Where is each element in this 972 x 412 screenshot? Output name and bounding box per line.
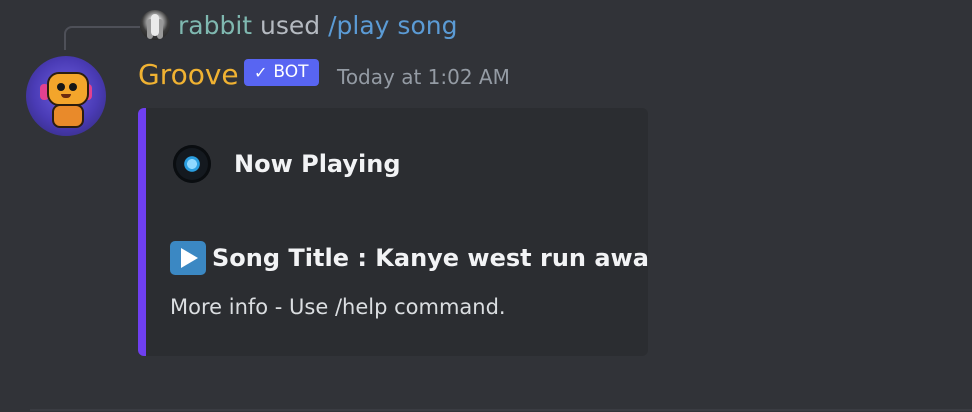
bot-badge: ✓ BOT — [244, 59, 319, 86]
embed-song-title: Song Title : Kanye west run away — [212, 244, 648, 272]
bot-avatar[interactable] — [26, 56, 106, 136]
robot-eye-left — [57, 83, 65, 91]
reply-used-label: used — [260, 11, 321, 40]
disc-icon — [173, 145, 211, 183]
message-embed: Now Playing Song Title : Kanye west run … — [138, 108, 648, 356]
reply-connector-line — [64, 26, 140, 50]
embed-info-text: More info - Use /help command. — [170, 295, 506, 319]
message-timestamp[interactable]: Today at 1:02 AM — [337, 64, 510, 90]
play-button-icon — [170, 241, 206, 275]
reply-context: rabbit used /play song — [178, 10, 457, 42]
reply-username[interactable]: rabbit — [178, 11, 252, 40]
verified-check-icon: ✓ — [254, 63, 268, 82]
discord-chat-area: rabbit used /play song Groove ✓ BOT Toda… — [0, 0, 972, 412]
embed-title: Now Playing — [234, 150, 401, 178]
message-author[interactable]: Groove — [138, 57, 239, 93]
robot-body — [52, 104, 84, 128]
reply-user-avatar[interactable] — [140, 10, 170, 40]
robot-eye-right — [69, 83, 77, 91]
bot-badge-label: BOT — [273, 62, 309, 82]
divider — [30, 409, 972, 411]
reply-command[interactable]: /play song — [328, 11, 457, 40]
embed-accent-bar — [138, 108, 146, 356]
robot-head — [47, 72, 89, 106]
